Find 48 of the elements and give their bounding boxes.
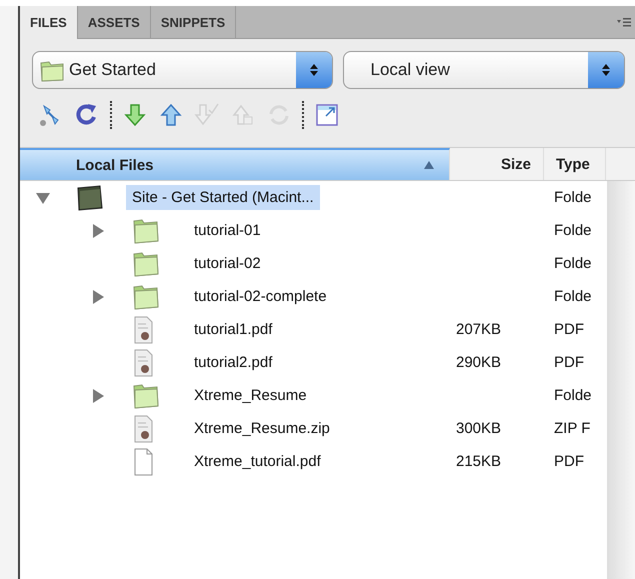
file-name[interactable]: tutorial2.pdf xyxy=(188,350,278,375)
folder-icon xyxy=(132,282,160,310)
file-name[interactable]: tutorial-02-complete xyxy=(188,284,333,309)
file-size: 207KB xyxy=(456,321,502,338)
down-arrow-icon[interactable] xyxy=(122,102,148,128)
file-type: Folde xyxy=(554,288,592,305)
file-type: PDF xyxy=(554,354,584,371)
panel-tab[interactable]: FILES xyxy=(20,6,78,39)
folder-icon xyxy=(76,184,104,212)
column-header[interactable]: Local Files xyxy=(20,148,450,180)
file-name[interactable]: tutorial1.pdf xyxy=(188,317,278,342)
file-size: 300KB xyxy=(456,420,502,437)
folder-icon xyxy=(132,382,160,410)
file-size: 290KB xyxy=(456,354,502,371)
folder-icon xyxy=(132,250,160,278)
column-header[interactable]: Type xyxy=(544,148,606,180)
folder-icon xyxy=(132,216,160,244)
file-name[interactable]: tutorial-02 xyxy=(188,251,267,276)
document-icon xyxy=(132,348,154,376)
collapsed-arrow-icon[interactable] xyxy=(92,224,104,238)
column-header[interactable]: Size xyxy=(450,148,544,180)
file-name[interactable]: tutorial-01 xyxy=(188,218,267,243)
menu-icon[interactable] xyxy=(617,17,631,27)
file-name[interactable]: Xtreme_tutorial.pdf xyxy=(188,449,327,474)
up-arrow-icon[interactable] xyxy=(158,102,184,128)
file-type: Folde xyxy=(554,189,592,206)
collapsed-arrow-icon[interactable] xyxy=(92,388,104,402)
stepper-icon xyxy=(601,62,611,78)
document-icon xyxy=(132,414,154,442)
collapsed-arrow-icon[interactable] xyxy=(92,290,104,304)
file-type: Folde xyxy=(554,387,592,404)
sort-icon xyxy=(423,160,435,170)
document-icon xyxy=(132,316,154,344)
view-dropdown[interactable]: Local view xyxy=(343,51,625,89)
expand-icon[interactable] xyxy=(314,102,340,128)
file-size: 215KB xyxy=(456,453,502,470)
file-name[interactable]: Site - Get Started (Macint... xyxy=(126,185,320,210)
file-type: Folde xyxy=(554,222,592,239)
file-type: PDF xyxy=(554,453,584,470)
document-icon xyxy=(132,448,154,476)
file-type: ZIP F xyxy=(554,420,590,437)
stepper-icon xyxy=(309,62,320,78)
file-type: Folde xyxy=(554,255,592,272)
site-dropdown[interactable]: Get Started xyxy=(32,51,334,89)
file-name[interactable]: Xtreme_Resume.zip xyxy=(188,416,336,441)
file-name[interactable]: Xtreme_Resume xyxy=(188,383,313,408)
expanded-arrow-icon[interactable] xyxy=(36,192,50,204)
file-type: PDF xyxy=(554,321,584,338)
